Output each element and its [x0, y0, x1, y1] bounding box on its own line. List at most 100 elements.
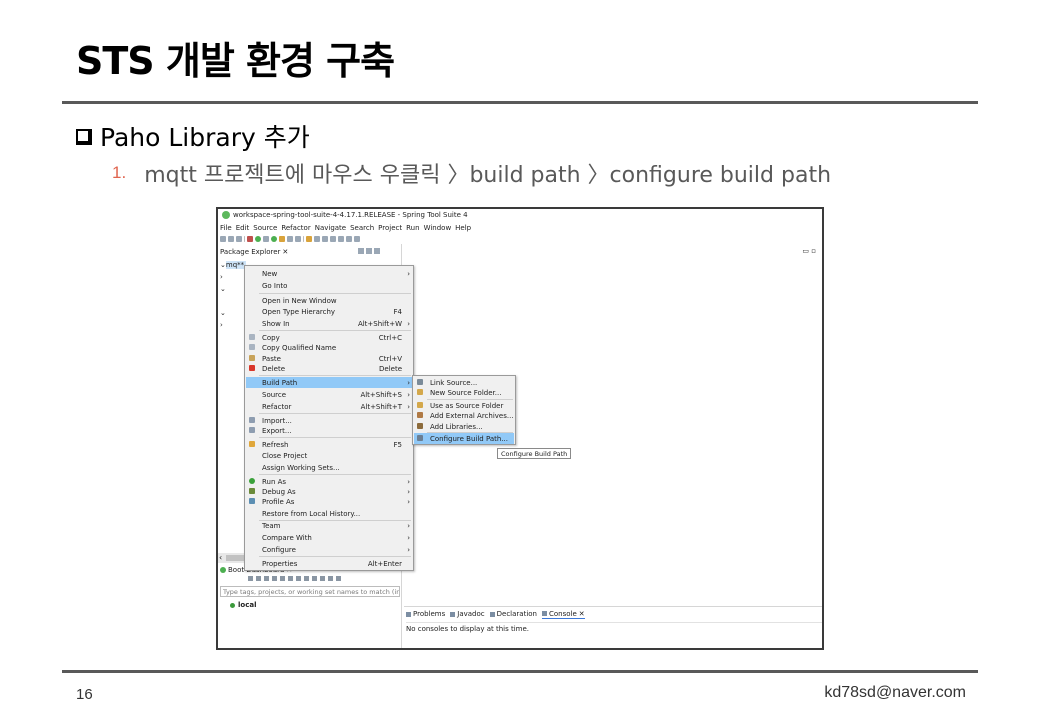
menu-item-show-in[interactable]: Show In Alt+Shift+W ›	[246, 318, 412, 329]
boot-run-icon[interactable]	[255, 235, 261, 242]
console-icon[interactable]	[288, 576, 293, 581]
tab-problems[interactable]: Problems	[406, 610, 445, 618]
menu-item-assign-working-sets[interactable]: Assign Working Sets...	[246, 462, 412, 473]
collapse-all-icon[interactable]	[358, 248, 364, 254]
context-menu: New › Go Into Open in New Window Open Typ…	[244, 265, 414, 571]
tree-row[interactable]: ›	[220, 319, 246, 331]
menu-edit[interactable]: Edit	[236, 224, 250, 232]
local-status-icon	[230, 602, 235, 608]
external-tools-icon[interactable]	[279, 235, 285, 242]
view-menu-icon[interactable]	[374, 248, 380, 254]
refresh-icon	[249, 441, 255, 447]
menu-run[interactable]: Run	[406, 224, 419, 232]
start-icon[interactable]	[248, 576, 253, 581]
save-all-icon[interactable]	[236, 235, 242, 242]
menu-help[interactable]: Help	[455, 224, 471, 232]
menu-item-open-type-hierarchy[interactable]: Open Type Hierarchy F4	[246, 306, 412, 317]
expand-arrow-icon[interactable]: ⌄	[220, 285, 226, 293]
add-icon[interactable]	[320, 576, 325, 581]
scrollbar-thumb[interactable]	[226, 555, 246, 561]
menu-item-refactor[interactable]: Refactor Alt+Shift+T ›	[246, 401, 412, 412]
tab-javadoc[interactable]: Javadoc	[450, 610, 485, 618]
submenu-item-new-source-folder[interactable]: New Source Folder...	[414, 387, 514, 398]
tree-row[interactable]: ⌄ mq**	[220, 259, 247, 271]
menu-item-delete[interactable]: Delete Delete	[246, 363, 412, 374]
open-task-icon[interactable]	[314, 235, 320, 242]
project-tree: ⌄ mq** › ⌄ ⌄ ›	[220, 259, 247, 331]
local-target[interactable]: local	[230, 601, 256, 609]
new-icon[interactable]	[220, 235, 226, 242]
expand-arrow-icon[interactable]: ›	[220, 273, 223, 281]
save-icon[interactable]	[228, 235, 234, 242]
view-menu-icon[interactable]	[336, 576, 341, 581]
close-icon[interactable]: ✕	[579, 610, 585, 618]
menu-item-compare-with[interactable]: Compare With ›	[246, 532, 412, 543]
submenu-item-add-libraries[interactable]: Add Libraries...	[414, 421, 514, 432]
step-item: 1. mqtt 프로젝트에 마우스 우클릭 〉build path 〉confi…	[112, 157, 831, 189]
console-tab-bar: Problems Javadoc Declaration Console ✕	[406, 609, 590, 619]
debug-icon[interactable]	[272, 576, 277, 581]
menu-item-team[interactable]: Team ›	[246, 520, 412, 531]
menu-item-refresh[interactable]: Refresh F5	[246, 439, 412, 450]
toolbar-separator	[244, 235, 245, 242]
menu-item-source[interactable]: Source Alt+Shift+S ›	[246, 389, 412, 400]
restart-icon[interactable]	[256, 576, 261, 581]
menu-source[interactable]: Source	[253, 224, 277, 232]
boot-filter-input[interactable]: Type tags, projects, or working set name…	[220, 586, 400, 597]
scroll-left-icon[interactable]: ‹	[219, 553, 222, 562]
prev-annotation-icon[interactable]	[330, 235, 336, 242]
new-class-icon[interactable]	[287, 235, 293, 242]
menu-file[interactable]: File	[220, 224, 232, 232]
tree-row[interactable]: ⌄	[220, 283, 246, 295]
menu-item-export[interactable]: Export...	[246, 425, 412, 436]
submenu-item-configure-build-path[interactable]: Configure Build Path...	[414, 433, 514, 444]
menu-separator	[259, 556, 411, 557]
forward-icon[interactable]	[346, 235, 352, 242]
page-number: 16	[76, 686, 93, 703]
tree-row[interactable]	[220, 295, 246, 307]
menu-search[interactable]: Search	[350, 224, 374, 232]
search-icon[interactable]	[295, 235, 301, 242]
menu-refactor[interactable]: Refactor	[281, 224, 310, 232]
pin-editor-icon[interactable]	[354, 235, 360, 242]
menu-item-profile-as[interactable]: Profile As ›	[246, 496, 412, 507]
lightbulb-icon[interactable]	[312, 576, 317, 581]
menu-item-configure[interactable]: Configure ›	[246, 544, 412, 555]
terminal-icon[interactable]	[247, 235, 253, 242]
tab-declaration[interactable]: Declaration	[489, 610, 537, 618]
menu-item-go-into[interactable]: Go Into	[246, 280, 412, 291]
back-icon[interactable]	[338, 235, 344, 242]
close-icon[interactable]: ✕	[282, 248, 288, 256]
menu-item-restore-history[interactable]: Restore from Local History...	[246, 508, 412, 519]
stop-icon[interactable]	[264, 576, 269, 581]
menu-window[interactable]: Window	[424, 224, 452, 232]
tree-row[interactable]: ⌄	[220, 307, 246, 319]
toolbar-separator	[303, 235, 304, 242]
menu-item-close-project[interactable]: Close Project	[246, 450, 412, 461]
next-annotation-icon[interactable]	[322, 235, 328, 242]
edit-icon[interactable]	[296, 576, 301, 581]
tree-row[interactable]: ›	[220, 271, 246, 283]
tab-package-explorer[interactable]: Package Explorer ✕	[218, 247, 288, 257]
menu-item-build-path[interactable]: Build Path ›	[246, 377, 412, 388]
filter-icon[interactable]	[328, 576, 333, 581]
menu-project[interactable]: Project	[378, 224, 402, 232]
menu-item-copy-qualified-name[interactable]: Copy Qualified Name	[246, 342, 412, 353]
link-editor-icon[interactable]	[366, 248, 372, 254]
menu-navigate[interactable]: Navigate	[315, 224, 346, 232]
expand-arrow-icon[interactable]: ⌄	[220, 309, 226, 317]
menu-item-open-new-window[interactable]: Open in New Window	[246, 295, 412, 306]
footer-divider	[62, 670, 978, 673]
submenu-item-add-external-archives[interactable]: Add External Archives...	[414, 410, 514, 421]
menu-item-new[interactable]: New ›	[246, 268, 412, 279]
open-browser-icon[interactable]	[280, 576, 285, 581]
open-type-icon[interactable]	[306, 235, 312, 242]
run-icon[interactable]	[271, 235, 277, 242]
properties-icon[interactable]	[304, 576, 309, 581]
minimize-maximize-icon[interactable]: ▭ ▫	[802, 247, 816, 255]
debug-icon[interactable]	[263, 235, 269, 242]
menu-item-properties[interactable]: Properties Alt+Enter	[246, 558, 412, 569]
tab-console[interactable]: Console ✕	[542, 610, 585, 619]
expand-arrow-icon[interactable]: ›	[220, 321, 223, 329]
console-pane: Problems Javadoc Declaration Console ✕ No…	[404, 606, 822, 648]
